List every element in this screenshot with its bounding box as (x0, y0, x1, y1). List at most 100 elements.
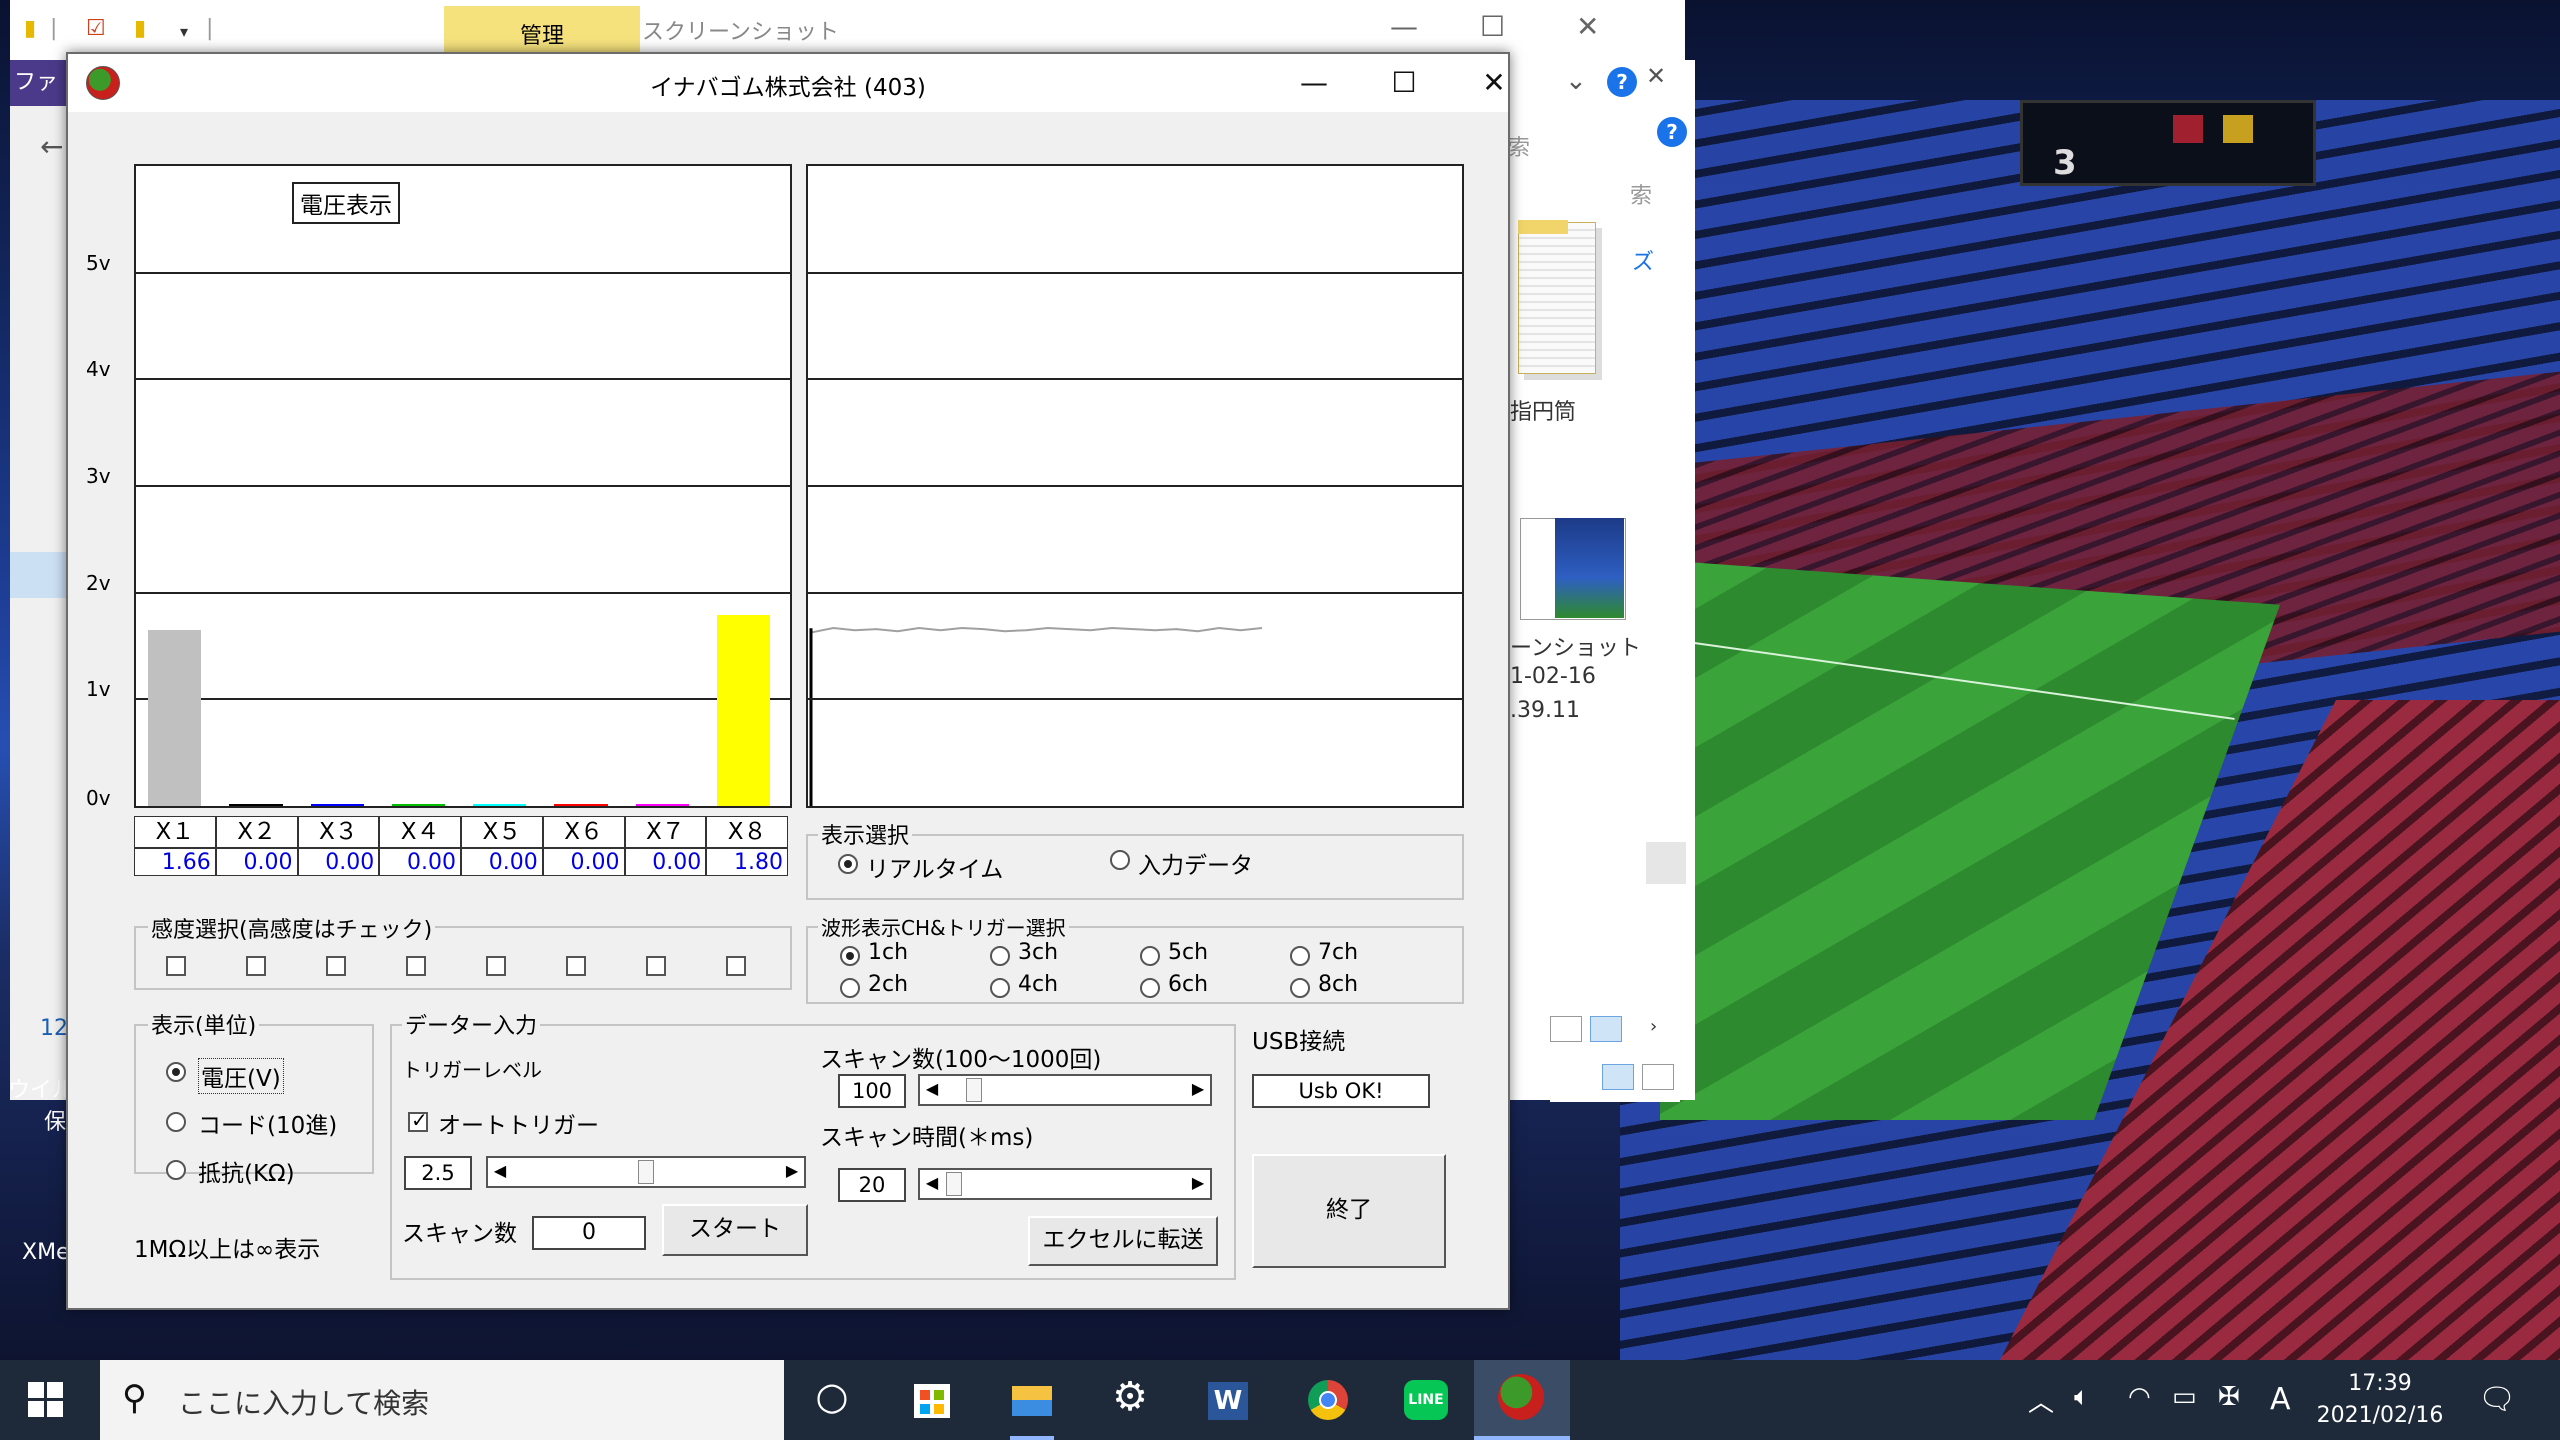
cortana-icon[interactable]: ○ (806, 1374, 858, 1426)
radio-4ch[interactable] (990, 978, 1010, 998)
desktop-label-2[interactable]: 保 (44, 1104, 66, 1136)
help-icon-2[interactable]: ? (1657, 117, 1687, 147)
start-button[interactable]: スタート (662, 1204, 808, 1256)
slider-right-arrow-icon[interactable]: ▶ (780, 1158, 804, 1186)
sensitivity-checkbox-7[interactable] (646, 956, 666, 976)
line-icon[interactable]: LINE (1400, 1374, 1452, 1426)
radio-code[interactable] (166, 1112, 186, 1132)
exit-button[interactable]: 終了 (1252, 1154, 1446, 1268)
slider-left-arrow-icon[interactable]: ◀ (488, 1158, 512, 1186)
close-button[interactable]: ✕ (1464, 60, 1524, 106)
radio-realtime-label[interactable]: リアルタイム (866, 850, 1003, 884)
radio-1ch-label[interactable]: 1ch (868, 940, 908, 965)
back-arrow-icon[interactable]: ← (40, 130, 63, 163)
wifi-icon[interactable]: ◠ (2128, 1382, 2151, 1412)
radio-6ch[interactable] (1140, 978, 1160, 998)
desktop-label-3[interactable]: XMe (22, 1240, 70, 1265)
large-icons-view-icon[interactable] (1590, 1016, 1622, 1042)
minimize-icon[interactable]: — (1390, 10, 1418, 43)
sensitivity-checkbox-5[interactable] (486, 956, 506, 976)
nav-selected-row[interactable] (10, 552, 68, 598)
volume-icon[interactable]: 🔈︎ (2074, 1382, 2090, 1413)
chrome-icon[interactable] (1302, 1374, 1354, 1426)
slider-thumb[interactable] (966, 1078, 982, 1102)
radio-voltage[interactable] (166, 1062, 186, 1082)
search-field-fragment[interactable]: 索 (1508, 130, 1530, 162)
word-icon[interactable]: W (1202, 1374, 1254, 1426)
close-icon[interactable]: ✕ (1576, 10, 1599, 43)
large-icons-view-icon-2[interactable] (1642, 1064, 1674, 1090)
chevron-right-icon[interactable]: › (1650, 1016, 1657, 1037)
properties-icon[interactable]: ☑ (86, 16, 106, 44)
maximize-button[interactable]: ☐ (1374, 60, 1434, 106)
sensitivity-checkbox-3[interactable] (326, 956, 346, 976)
slider-right-arrow-icon[interactable]: ▶ (1186, 1076, 1210, 1104)
quick-access-dropdown-icon[interactable]: ▾ (180, 22, 188, 50)
sensitivity-checkbox-2[interactable] (246, 956, 266, 976)
folder-thumbnail[interactable] (1518, 222, 1596, 374)
battery-icon[interactable]: ▭ (2172, 1382, 2197, 1412)
settings-gear-icon[interactable]: ⚙ (1104, 1374, 1156, 1426)
trigger-level-slider[interactable]: ◀ ▶ (486, 1156, 806, 1188)
app-titlebar[interactable]: イナバゴム株式会社 (403) — ☐ ✕ (68, 54, 1508, 112)
minimize-button[interactable]: — (1284, 60, 1344, 106)
slider-thumb[interactable] (638, 1160, 654, 1184)
desktop-label-1[interactable]: ウイル (8, 1072, 74, 1104)
radio-realtime[interactable] (838, 854, 858, 874)
radio-4ch-label[interactable]: 4ch (1018, 972, 1058, 997)
taskbar-clock[interactable]: 17:39 2021/02/16 (2300, 1368, 2460, 1432)
sensitivity-checkbox-1[interactable] (166, 956, 186, 976)
radio-input-data[interactable] (1110, 850, 1130, 870)
store-icon[interactable] (906, 1374, 958, 1426)
radio-8ch-label[interactable]: 8ch (1318, 972, 1358, 997)
ime-indicator[interactable]: A (2270, 1382, 2291, 1417)
radio-7ch[interactable] (1290, 946, 1310, 966)
windows-start-icon[interactable] (28, 1382, 64, 1418)
radio-code-label[interactable]: コード(10進) (198, 1106, 337, 1140)
scan-count-field[interactable]: 0 (532, 1216, 646, 1250)
radio-6ch-label[interactable]: 6ch (1168, 972, 1208, 997)
sensitivity-checkbox-4[interactable] (406, 956, 426, 976)
active-app-taskbar-button[interactable] (1474, 1360, 1570, 1440)
radio-resistance-label[interactable]: 抵抗(KΩ) (198, 1154, 295, 1188)
trigger-level-field[interactable]: 2.5 (404, 1156, 472, 1190)
radio-8ch[interactable] (1290, 978, 1310, 998)
radio-3ch[interactable] (990, 946, 1010, 966)
radio-1ch[interactable] (840, 946, 860, 966)
radio-voltage-label[interactable]: 電圧(V) (198, 1058, 284, 1094)
radio-2ch[interactable] (840, 978, 860, 998)
scan-time-field[interactable]: 20 (838, 1168, 906, 1202)
close-pane-icon[interactable]: ✕ (1646, 62, 1666, 90)
slider-right-arrow-icon[interactable]: ▶ (1186, 1170, 1210, 1198)
radio-2ch-label[interactable]: 2ch (868, 972, 908, 997)
new-folder-icon[interactable]: ▮ (134, 16, 146, 44)
folder-icon[interactable]: ▮ (24, 16, 36, 44)
slider-left-arrow-icon[interactable]: ◀ (920, 1170, 944, 1198)
radio-resistance[interactable] (166, 1160, 186, 1180)
slider-thumb[interactable] (946, 1172, 962, 1196)
scroll-thumb[interactable] (1646, 842, 1686, 884)
help-icon[interactable]: ? (1607, 67, 1637, 97)
sensitivity-checkbox-8[interactable] (726, 956, 746, 976)
notification-badge-icon[interactable]: ✠ (2218, 1382, 2240, 1412)
file-menu-tab[interactable]: ファ (10, 60, 72, 106)
scan-n-field[interactable]: 100 (838, 1074, 906, 1108)
maximize-icon[interactable]: ☐ (1480, 10, 1505, 43)
sensitivity-checkbox-6[interactable] (566, 956, 586, 976)
action-center-icon[interactable]: 🗨︎ (2478, 1382, 2516, 1417)
radio-7ch-label[interactable]: 7ch (1318, 940, 1358, 965)
details-view-icon-2[interactable] (1602, 1064, 1634, 1090)
excel-transfer-button[interactable]: エクセルに転送 (1028, 1216, 1218, 1266)
radio-3ch-label[interactable]: 3ch (1018, 940, 1058, 965)
scan-time-slider[interactable]: ◀ ▶ (918, 1168, 1212, 1200)
chevron-down-icon[interactable]: ⌄ (1565, 66, 1587, 96)
radio-input-data-label[interactable]: 入力データ (1138, 846, 1253, 880)
slider-left-arrow-icon[interactable]: ◀ (920, 1076, 944, 1104)
scan-n-slider[interactable]: ◀ ▶ (918, 1074, 1212, 1106)
auto-trigger-checkbox[interactable] (408, 1108, 428, 1132)
details-view-icon[interactable] (1550, 1016, 1582, 1042)
radio-5ch[interactable] (1140, 946, 1160, 966)
radio-5ch-label[interactable]: 5ch (1168, 940, 1208, 965)
file-explorer-icon[interactable] (1006, 1374, 1058, 1426)
show-hidden-icons-icon[interactable]: ︿ (2028, 1382, 2054, 1419)
